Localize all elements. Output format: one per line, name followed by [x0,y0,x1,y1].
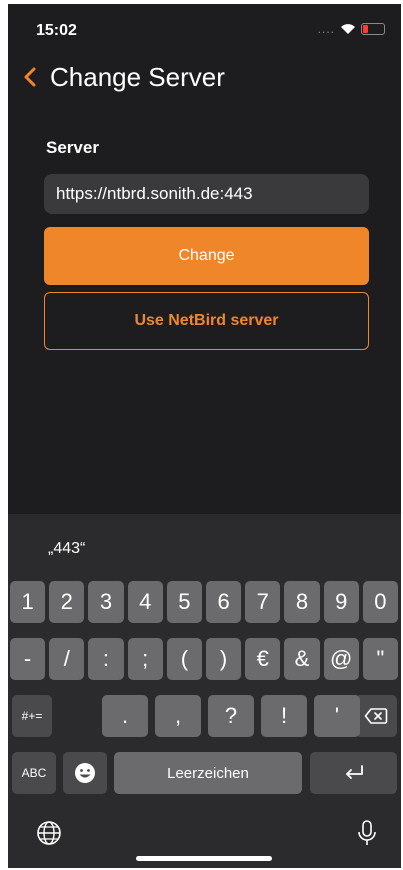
page-title: Change Server [50,62,225,92]
globe-icon[interactable] [34,818,64,848]
change-button-label: Change [178,247,235,264]
number-key[interactable]: 4 [127,581,163,623]
emoji-key[interactable] [63,752,107,794]
home-indicator [136,856,272,861]
symbol-key[interactable]: ; [127,638,163,680]
symbol-key[interactable]: @ [323,638,359,680]
number-key[interactable]: 1 [10,581,46,623]
symbol-key[interactable]: ( [166,638,202,680]
suggestion-item[interactable]: „443“ [48,540,85,558]
server-input[interactable] [44,174,369,214]
number-key[interactable]: 9 [323,581,359,623]
number-key[interactable]: 3 [88,581,124,623]
number-key[interactable]: 5 [166,581,202,623]
symbols-mode-key[interactable]: #+= [12,695,52,737]
signal-icon: .... [317,22,335,36]
status-icons: .... [318,22,385,36]
back-chevron-icon[interactable] [20,62,40,92]
symbol-key[interactable]: " [362,638,398,680]
wifi-icon [341,24,355,34]
emoji-icon [75,763,95,783]
status-time: 15:02 [36,22,77,39]
punctuation-key[interactable]: ! [261,695,307,737]
change-button[interactable]: Change [44,227,369,285]
keyboard: „443“ 1234567890 - /:;() € & @ " #+= .,?! ' AB… [8,514,401,868]
battery-icon [361,23,385,35]
symbol-key[interactable]: / [49,638,85,680]
number-key[interactable]: 2 [49,581,85,623]
symbol-key[interactable]: : [88,638,124,680]
backspace-key[interactable] [355,695,397,737]
use-netbird-server-button[interactable]: Use NetBird server [44,292,369,350]
use-netbird-server-label: Use NetBird server [134,312,279,329]
punctuation-key[interactable]: . [102,695,148,737]
symbol-key[interactable]: € [245,638,281,680]
punctuation-key[interactable]: ' [314,695,360,737]
number-key[interactable]: 0 [362,581,398,623]
punctuation-key[interactable]: , [155,695,201,737]
symbol-key[interactable]: - [10,638,46,680]
number-key[interactable]: 6 [206,581,242,623]
symbol-key[interactable]: & [284,638,320,680]
phone-screen: 15:02 .... Change Server Server Change U… [8,4,401,868]
number-key[interactable]: 7 [245,581,281,623]
return-icon [345,765,363,779]
number-key[interactable]: 8 [284,581,320,623]
space-key[interactable]: Leerzeichen [114,752,302,794]
microphone-icon[interactable] [352,818,382,848]
server-label: Server [46,138,99,157]
symbol-key[interactable]: ) [206,638,242,680]
backspace-icon [364,708,388,724]
abc-key[interactable]: ABC [12,752,56,794]
return-key[interactable] [310,752,397,794]
status-bar: 15:02 .... [8,4,401,54]
punctuation-key[interactable]: ? [208,695,254,737]
